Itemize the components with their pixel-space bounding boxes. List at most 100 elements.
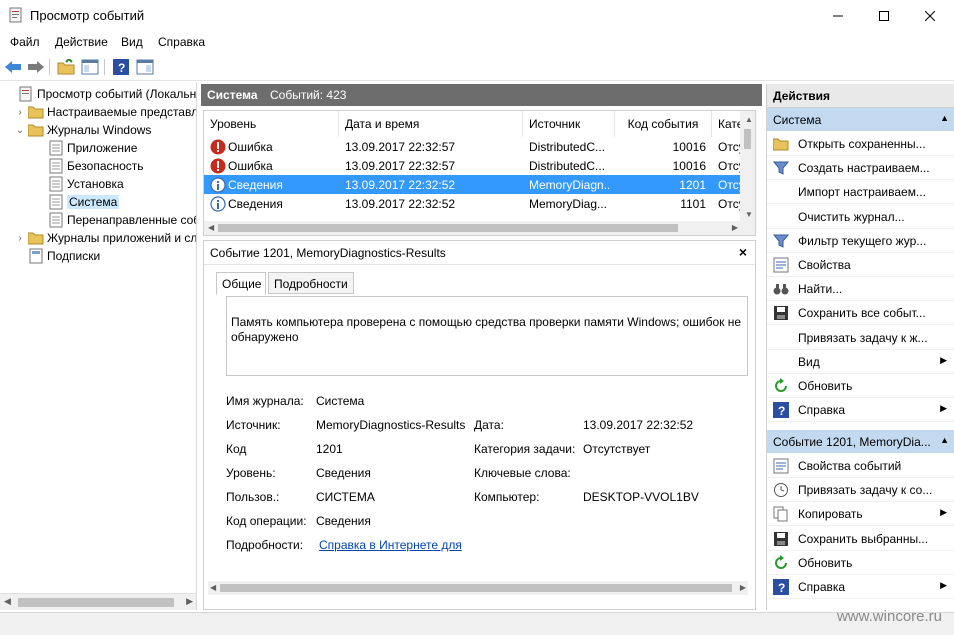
maximize-button[interactable] bbox=[861, 0, 907, 31]
event-detail-pane: Событие 1201, MemoryDiagnostics-Results … bbox=[203, 240, 756, 610]
event-code-value: 1201 bbox=[316, 442, 343, 456]
action-pane-icon[interactable] bbox=[135, 57, 155, 77]
expand-chevron-icon[interactable]: › bbox=[14, 233, 26, 244]
event-cell-datetime: 13.09.2017 22:32:52 bbox=[345, 178, 456, 192]
action-item[interactable]: Свойства событий bbox=[767, 454, 954, 478]
action-item[interactable]: Сохранить все событ... bbox=[767, 301, 954, 326]
tree-forwarded-events[interactable]: Перенаправленные соб bbox=[34, 211, 196, 229]
tree-root[interactable]: Просмотр событий (Локальнь bbox=[4, 85, 196, 103]
action-item[interactable]: Найти... bbox=[767, 277, 954, 302]
tree-application[interactable]: Приложение bbox=[34, 139, 137, 157]
events-vertical-scrollbar[interactable]: ▲ ▼ bbox=[740, 111, 755, 235]
watermark: www.wincore.ru bbox=[836, 608, 942, 625]
minimize-button[interactable] bbox=[815, 0, 861, 31]
action-item[interactable]: Сохранить выбранны... bbox=[767, 527, 954, 551]
event-row[interactable]: Ошибка 13.09.2017 22:32:57 DistributedC...… bbox=[204, 137, 744, 156]
event-cell-cat: Отсу bbox=[718, 197, 742, 211]
action-item[interactable]: Фильтр текущего жур... bbox=[767, 229, 954, 253]
tree-security[interactable]: Безопасность bbox=[34, 157, 144, 175]
tree-custom-views[interactable]: › Настраиваемые представле bbox=[14, 103, 196, 121]
action-item[interactable]: Привязать задачу к со... bbox=[767, 478, 954, 503]
action-item[interactable]: Обновить bbox=[767, 551, 954, 575]
tree-windows-logs[interactable]: ⌄ Журналы Windows bbox=[14, 121, 152, 139]
submenu-arrow-icon: ▶ bbox=[940, 354, 947, 365]
menu-view[interactable]: Вид bbox=[121, 35, 143, 49]
action-item[interactable]: ? Справка ▶ bbox=[767, 575, 954, 599]
events-horizontal-scrollbar[interactable]: ◀ ▶ bbox=[204, 221, 742, 235]
event-cell-level: Сведения bbox=[228, 178, 283, 192]
tree-subscriptions[interactable]: Подписки bbox=[14, 247, 100, 265]
event-cell-code: 10016 bbox=[672, 140, 706, 154]
log-header: Система Событий: 423 bbox=[201, 84, 762, 106]
tree-horizontal-scrollbar[interactable]: ◀ ▶ bbox=[0, 593, 196, 610]
binoculars-icon bbox=[773, 281, 789, 297]
tab-details[interactable]: Подробности bbox=[268, 272, 354, 294]
collapse-arrow-icon[interactable]: ▲ bbox=[940, 113, 949, 123]
action-item[interactable]: Очистить журнал... bbox=[767, 205, 954, 229]
close-button[interactable] bbox=[907, 0, 953, 31]
column-header-event-id[interactable]: Код события bbox=[615, 111, 712, 137]
window-title: Просмотр событий bbox=[30, 8, 145, 23]
online-help-link[interactable]: Справка в Интернете для bbox=[319, 538, 462, 552]
folder-up-icon[interactable] bbox=[56, 57, 76, 77]
back-arrow-icon[interactable] bbox=[3, 57, 23, 77]
tree-setup[interactable]: Установка bbox=[34, 175, 124, 193]
source-value: MemoryDiagnostics-Results bbox=[316, 418, 466, 432]
action-item[interactable]: Обновить bbox=[767, 374, 954, 398]
console-tree: Просмотр событий (Локальнь › Настраиваемые… bbox=[0, 82, 197, 610]
blank-icon bbox=[773, 354, 789, 370]
copy-icon bbox=[773, 506, 789, 522]
event-cell-code: 1201 bbox=[679, 178, 706, 192]
detail-close-button[interactable]: × bbox=[739, 244, 747, 260]
action-item[interactable]: Импорт настраиваем... bbox=[767, 180, 954, 205]
action-label: Копировать bbox=[798, 507, 863, 522]
action-item[interactable]: Привязать задачу к ж... bbox=[767, 326, 954, 350]
error-icon bbox=[210, 139, 226, 155]
action-item[interactable]: Копировать ▶ bbox=[767, 502, 954, 527]
action-item[interactable]: ? Справка ▶ bbox=[767, 398, 954, 423]
event-row[interactable]: Ошибка 13.09.2017 22:32:57 DistributedC...… bbox=[204, 156, 744, 175]
events-table: Уровень Дата и время Источник Код событи… bbox=[203, 110, 756, 236]
action-label: Найти... bbox=[798, 282, 843, 297]
action-item[interactable]: Свойства bbox=[767, 253, 954, 277]
opcode-value: Сведения bbox=[316, 514, 371, 528]
tree-system[interactable]: Система bbox=[34, 193, 120, 211]
folder-icon bbox=[28, 230, 44, 246]
action-item[interactable]: Вид ▶ bbox=[767, 350, 954, 374]
task-category-label: Категория задачи: bbox=[474, 442, 576, 456]
menu-action[interactable]: Действие bbox=[55, 35, 108, 49]
event-description: Память компьютера проверена с помощью ср… bbox=[226, 296, 748, 376]
menu-file[interactable]: Файл bbox=[10, 35, 40, 49]
column-header-level[interactable]: Уровень bbox=[204, 111, 339, 137]
help-icon: ? bbox=[773, 402, 789, 419]
tree-item-label: Установка bbox=[67, 177, 124, 191]
event-cell-source: MemoryDiag... bbox=[529, 197, 608, 211]
action-label: Открыть сохраненны... bbox=[798, 137, 926, 151]
action-item[interactable]: Создать настраиваем... bbox=[767, 156, 954, 181]
help-icon[interactable]: ? bbox=[111, 57, 131, 77]
console-tree-icon[interactable] bbox=[80, 57, 100, 77]
root-icon bbox=[18, 86, 34, 102]
action-item[interactable]: Открыть сохраненны... bbox=[767, 132, 954, 156]
actions-section-event[interactable]: Событие 1201, MemoryDia... ▲ bbox=[767, 430, 954, 453]
help-icon: ? bbox=[773, 579, 789, 595]
tree-app-service-logs[interactable]: › Журналы приложений и сл bbox=[14, 229, 196, 247]
actions-section-system-label: Система bbox=[773, 113, 822, 127]
expand-chevron-icon[interactable]: ⌄ bbox=[14, 125, 26, 136]
toolbar: ? bbox=[0, 53, 954, 81]
filter-icon bbox=[773, 233, 789, 249]
actions-pane: Действия Система ▲ Открыть сохраненны... Со… bbox=[766, 84, 954, 610]
event-row[interactable]: Сведения 13.09.2017 22:32:52 MemoryDiagn..… bbox=[204, 175, 744, 194]
tab-general[interactable]: Общие bbox=[216, 272, 266, 295]
column-header-datetime[interactable]: Дата и время bbox=[339, 111, 523, 137]
submenu-arrow-icon: ▶ bbox=[940, 403, 947, 414]
expand-chevron-icon[interactable]: › bbox=[14, 107, 26, 118]
column-header-source[interactable]: Источник bbox=[523, 111, 615, 137]
action-label: Сохранить выбранны... bbox=[798, 531, 929, 546]
actions-section-system[interactable]: Система ▲ bbox=[767, 108, 954, 131]
forward-arrow-icon[interactable] bbox=[26, 57, 46, 77]
collapse-arrow-icon[interactable]: ▲ bbox=[940, 435, 949, 445]
menu-help[interactable]: Справка bbox=[158, 35, 205, 49]
detail-horizontal-scrollbar[interactable]: ◀ ▶ bbox=[208, 581, 748, 595]
event-row[interactable]: Сведения 13.09.2017 22:32:52 MemoryDiag...… bbox=[204, 194, 744, 213]
